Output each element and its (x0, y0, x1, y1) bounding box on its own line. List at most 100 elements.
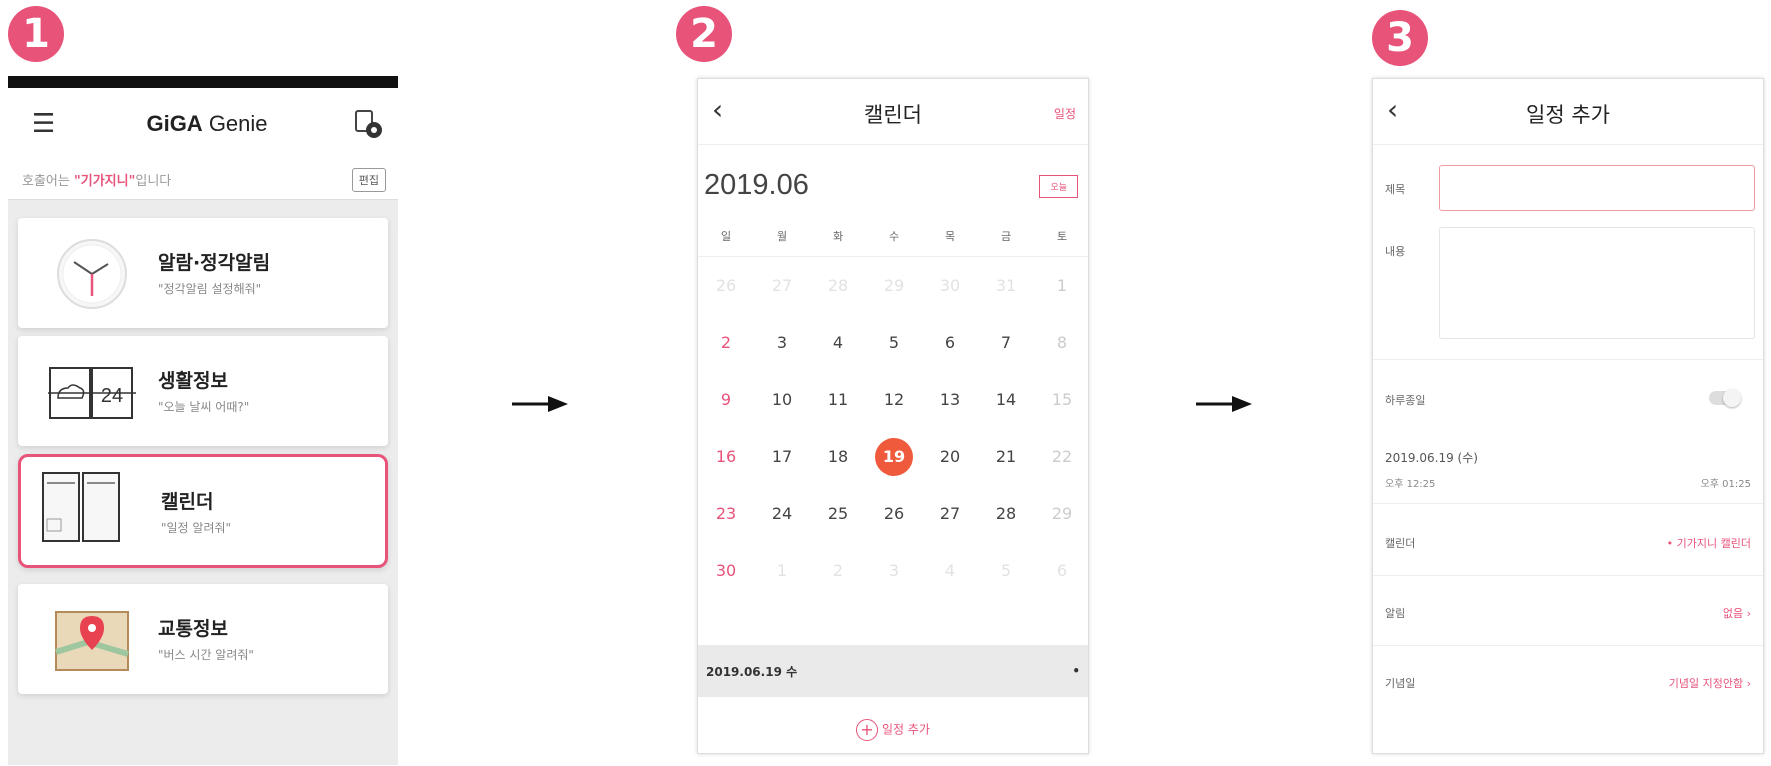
card-traffic[interactable]: 교통정보 "버스 시간 알려줘" (18, 584, 388, 694)
day-cell[interactable]: 7 (978, 333, 1034, 352)
weather-board-icon: 24 (48, 367, 136, 419)
content-textarea[interactable] (1439, 227, 1755, 339)
day-cell[interactable]: 27 (754, 276, 810, 295)
day-cell[interactable]: 20 (922, 447, 978, 466)
day-cell[interactable]: 4 (810, 333, 866, 352)
selected-day[interactable]: 19 (875, 437, 913, 476)
day-cell[interactable]: 16 (698, 447, 754, 466)
card-title: 알람·정각알림 (158, 252, 271, 274)
day-cell[interactable]: 1 (1034, 276, 1088, 295)
event-date[interactable]: 2019.06.19 (수) (1385, 449, 1478, 466)
day-cell[interactable]: 6 (922, 333, 978, 352)
weekday-label: 토 (1056, 229, 1068, 243)
day-cell[interactable]: 23 (698, 504, 754, 523)
today-button[interactable]: 오늘 (1039, 175, 1078, 198)
week-row: 16 17 18 19 20 21 22 (698, 428, 1088, 485)
day-cell[interactable]: 30 (698, 561, 754, 580)
alarm-label: 알림 (1385, 607, 1406, 620)
app-brand: GiGA Genie (146, 111, 268, 136)
schedule-link[interactable]: 일정 (1054, 105, 1076, 122)
weekday-label: 월 (776, 229, 788, 243)
calendar-icon (42, 472, 120, 542)
day-cell[interactable]: 2 (698, 333, 754, 352)
day-cell[interactable]: 13 (922, 390, 978, 409)
day-cell[interactable]: 5 (978, 561, 1034, 580)
card-calendar[interactable]: 캘린더 "일정 알려줘" (18, 454, 388, 568)
day-cell[interactable]: 14 (978, 390, 1034, 409)
edit-button[interactable]: 편집 (351, 167, 386, 192)
add-event-button[interactable]: + 일정 추가 (698, 719, 1088, 741)
day-cell[interactable]: 2 (810, 561, 866, 580)
arrow-right-icon (1196, 396, 1252, 412)
card-desc: "일정 알려줘" (161, 521, 232, 535)
weekday-label: 목 (944, 229, 956, 243)
arrow-right-icon (512, 396, 568, 412)
day-cell[interactable]: 1 (754, 561, 810, 580)
day-cell[interactable]: 26 (698, 276, 754, 295)
day-cell[interactable]: 30 (922, 276, 978, 295)
map-pin-icon (55, 611, 129, 671)
day-cell[interactable]: 17 (754, 447, 810, 466)
selected-date-bar[interactable]: 2019.06.19 수 • (698, 645, 1088, 697)
day-cell[interactable]: 22 (1034, 447, 1088, 466)
day-cell[interactable]: 18 (810, 447, 866, 466)
alarm-select[interactable]: 없음 › (1723, 605, 1751, 621)
day-cell[interactable]: 27 (922, 504, 978, 523)
day-cell[interactable]: 12 (866, 390, 922, 409)
day-cell[interactable]: 3 (754, 333, 810, 352)
week-row: 9 10 11 12 13 14 15 (698, 371, 1088, 428)
day-cell-selected[interactable]: 19 (866, 437, 922, 476)
card-life-info[interactable]: 24 생활정보 "오늘 날씨 어때?" (18, 336, 388, 446)
step-badge-2: 2 (676, 6, 732, 62)
wakeword-bar: 호출어는 "기가지니"입니다 편집 (8, 160, 398, 200)
day-cell[interactable]: 11 (810, 390, 866, 409)
day-cell[interactable]: 28 (978, 504, 1034, 523)
week-row: 2 3 4 5 6 7 8 (698, 314, 1088, 371)
app-header: ☰ GiGA Genie (8, 88, 398, 160)
allday-label: 하루종일 (1385, 394, 1426, 407)
day-cell[interactable]: 10 (754, 390, 810, 409)
day-cell[interactable]: 4 (922, 561, 978, 580)
device-settings-icon[interactable] (352, 107, 386, 141)
day-cell[interactable]: 28 (810, 276, 866, 295)
card-desc: "오늘 날씨 어때?" (158, 400, 250, 414)
week-row: 23 24 25 26 27 28 29 (698, 485, 1088, 542)
day-cell[interactable]: 3 (866, 561, 922, 580)
weekday-label: 일 (720, 229, 732, 243)
calendar-select[interactable]: • 기가지니 캘린더 (1667, 535, 1751, 551)
calendar-header: ‹ 캘린더 일정 (698, 79, 1088, 145)
day-cell[interactable]: 8 (1034, 333, 1088, 352)
day-cell[interactable]: 9 (698, 390, 754, 409)
card-title: 교통정보 (158, 618, 228, 640)
date-bar-dot: • (1072, 664, 1080, 678)
subject-input[interactable] (1439, 165, 1755, 211)
day-cell[interactable]: 6 (1034, 561, 1088, 580)
selected-date-label: 2019.06.19 수 (706, 664, 798, 679)
anniversary-select[interactable]: 기념일 지정안함 › (1669, 675, 1751, 691)
card-desc: "정각알림 설정해줘" (158, 282, 262, 296)
end-time[interactable]: 오후 01:25 (1701, 475, 1751, 490)
phone-screen-calendar: ‹ 캘린더 일정 2019.06 오늘 일 월 화 수 목 금 토 26 27 … (697, 78, 1089, 754)
weekday-label: 화 (832, 229, 844, 243)
phone-screen-add-event: ‹ 일정 추가 제목 내용 하루종일 2019.06.19 (수) 오후 12:… (1372, 78, 1764, 754)
day-cell[interactable]: 31 (978, 276, 1034, 295)
day-cell[interactable]: 25 (810, 504, 866, 523)
day-cell[interactable]: 29 (1034, 504, 1088, 523)
weekday-label: 수 (888, 229, 900, 243)
day-cell[interactable]: 5 (866, 333, 922, 352)
phone-screen-home: ☰ GiGA Genie 호출어는 "기가지니"입니다 편집 알람·정각알림 "… (8, 76, 398, 765)
start-time[interactable]: 오후 12:25 (1385, 475, 1435, 490)
step-badge-1: 1 (8, 6, 64, 62)
clock-icon (57, 239, 127, 309)
allday-toggle[interactable] (1709, 389, 1741, 407)
menu-icon[interactable]: ☰ (32, 109, 62, 139)
day-cell[interactable]: 26 (866, 504, 922, 523)
day-cell[interactable]: 24 (754, 504, 810, 523)
day-cell[interactable]: 29 (866, 276, 922, 295)
weather-temp: 24 (101, 385, 123, 407)
wakeword-text: 호출어는 "기가지니"입니다 (22, 174, 172, 189)
weekday-label: 금 (1000, 229, 1012, 243)
day-cell[interactable]: 15 (1034, 390, 1088, 409)
day-cell[interactable]: 21 (978, 447, 1034, 466)
card-alarm[interactable]: 알람·정각알림 "정각알림 설정해줘" (18, 218, 388, 328)
